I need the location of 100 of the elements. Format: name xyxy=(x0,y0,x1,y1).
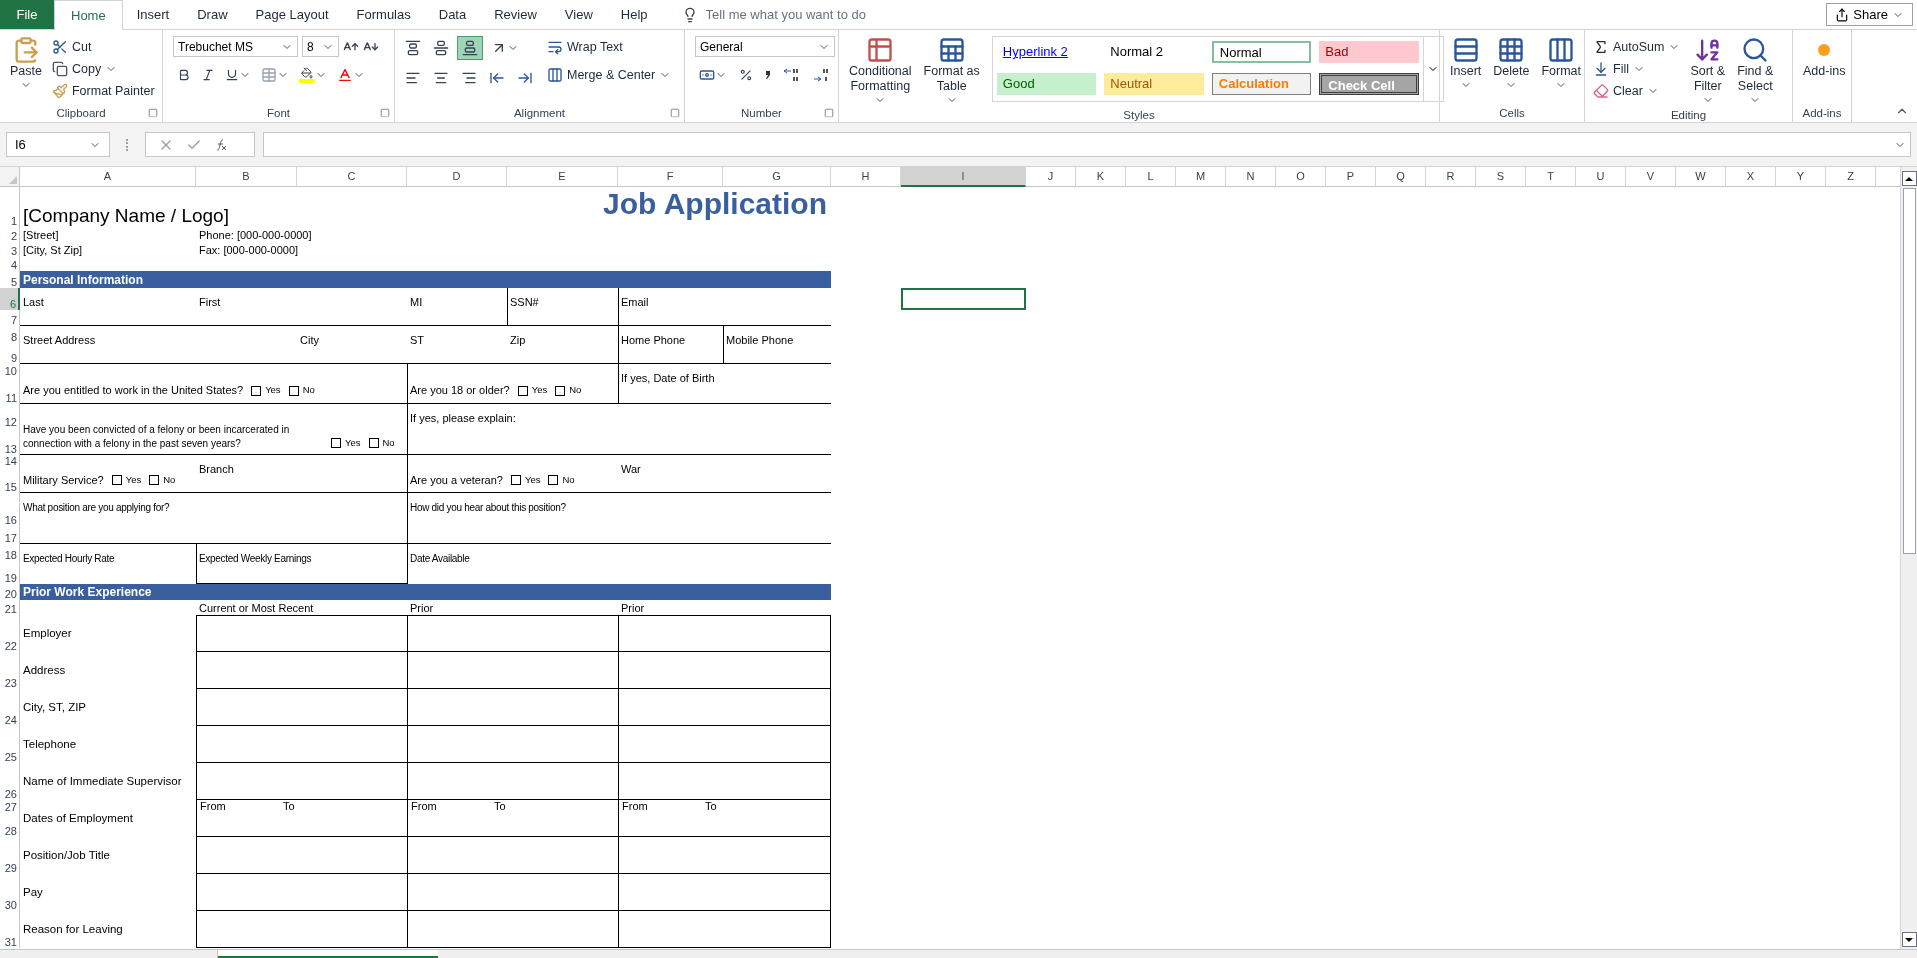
scroll-up-button[interactable] xyxy=(1901,171,1917,186)
table-cell[interactable]: From To xyxy=(407,800,618,837)
table-cell[interactable] xyxy=(618,874,831,911)
cell-style[interactable]: Good xyxy=(996,73,1097,95)
scroll-down-button[interactable] xyxy=(1901,932,1917,947)
column-header[interactable]: N xyxy=(1226,167,1276,187)
checkbox[interactable] xyxy=(288,385,299,396)
column-header[interactable]: X xyxy=(1726,167,1776,187)
column-header[interactable]: A xyxy=(20,167,196,187)
checkbox[interactable] xyxy=(331,437,341,448)
cut-button[interactable]: Cut xyxy=(49,36,157,58)
table-cell[interactable] xyxy=(196,763,407,800)
column-header[interactable]: G xyxy=(723,167,831,187)
bottom-align-button[interactable] xyxy=(457,36,483,60)
font-name-dropdown[interactable]: Trebuchet MS xyxy=(173,36,298,57)
find-select-button[interactable]: Find & Select xyxy=(1733,36,1778,106)
column-header[interactable]: C xyxy=(297,167,407,187)
cell-style[interactable]: Neutral xyxy=(1104,73,1204,95)
column-header[interactable]: B xyxy=(196,167,297,187)
checkbox[interactable] xyxy=(111,475,122,485)
column-header[interactable]: R xyxy=(1426,167,1476,187)
table-cell[interactable] xyxy=(618,911,831,948)
sort-filter-button[interactable]: Sort & Filter xyxy=(1686,36,1730,106)
conditional-formatting-button[interactable]: Conditional Formatting xyxy=(845,36,916,106)
number-format-dropdown[interactable]: General xyxy=(695,36,835,57)
function-icon[interactable] xyxy=(214,137,228,152)
fill-button[interactable]: Fill xyxy=(1591,58,1683,80)
table-cell[interactable] xyxy=(618,615,831,652)
table-cell[interactable] xyxy=(407,763,618,800)
tell-me-search-field[interactable]: Tell me what you want to do xyxy=(705,4,966,25)
paste-button[interactable]: Paste xyxy=(6,36,46,104)
ribbon-tab[interactable]: Home xyxy=(54,0,123,30)
column-header[interactable]: H xyxy=(831,167,901,187)
table-cell[interactable] xyxy=(407,911,618,948)
table-cell[interactable] xyxy=(407,874,618,911)
ribbon-tab[interactable]: Formulas xyxy=(342,0,425,29)
format-as-table-button[interactable]: Format as Table xyxy=(919,36,984,106)
checkbox[interactable] xyxy=(548,475,559,485)
table-cell[interactable] xyxy=(407,615,618,652)
ribbon-tab[interactable]: Help xyxy=(606,0,662,29)
table-cell[interactable] xyxy=(196,874,407,911)
column-header[interactable]: Y xyxy=(1776,167,1826,187)
formula-input[interactable] xyxy=(263,132,1911,157)
checkbox[interactable] xyxy=(555,385,566,396)
column-header[interactable]: U xyxy=(1576,167,1626,187)
checkbox[interactable] xyxy=(251,385,262,396)
cells-button[interactable]: Insert xyxy=(1446,36,1486,104)
table-cell[interactable] xyxy=(618,689,831,726)
cell-style[interactable]: Normal xyxy=(1211,41,1312,63)
ribbon-tab[interactable]: File xyxy=(0,0,54,29)
column-header[interactable]: L xyxy=(1126,167,1176,187)
autosum-button[interactable]: AutoSum xyxy=(1591,36,1683,58)
table-cell[interactable] xyxy=(618,837,831,874)
column-header[interactable]: Z xyxy=(1826,167,1876,187)
column-header[interactable]: F xyxy=(618,167,723,187)
ribbon-tab[interactable]: Page Layout xyxy=(241,0,343,29)
column-header[interactable]: J xyxy=(1026,167,1076,187)
cell-style[interactable]: Bad xyxy=(1319,41,1419,63)
scroll-thumb[interactable] xyxy=(1902,188,1916,554)
table-cell[interactable] xyxy=(618,726,831,763)
font-size-dropdown[interactable]: 8 xyxy=(302,36,339,57)
clear-button[interactable]: Clear xyxy=(1591,80,1683,102)
cells-button[interactable]: Format xyxy=(1537,36,1585,104)
table-cell[interactable] xyxy=(196,726,407,763)
table-cell[interactable]: From To xyxy=(618,800,831,837)
add-ins-button[interactable]: Add-ins xyxy=(1799,36,1850,104)
table-cell[interactable] xyxy=(196,615,407,652)
column-header[interactable]: M xyxy=(1176,167,1226,187)
table-cell[interactable] xyxy=(196,652,407,689)
checkbox[interactable] xyxy=(517,385,528,396)
ribbon-tab[interactable]: Insert xyxy=(122,0,184,29)
checkbox[interactable] xyxy=(368,437,379,448)
wrap-text-button[interactable]: Wrap Text xyxy=(545,36,674,58)
column-header[interactable]: P xyxy=(1326,167,1376,187)
column-header[interactable]: D xyxy=(407,167,507,187)
column-header[interactable]: W xyxy=(1676,167,1726,187)
table-cell[interactable] xyxy=(407,837,618,874)
table-cell[interactable] xyxy=(618,652,831,689)
checkbox[interactable] xyxy=(149,475,160,485)
column-header[interactable]: V xyxy=(1626,167,1676,187)
column-header[interactable]: O xyxy=(1276,167,1326,187)
share-button[interactable]: Share xyxy=(1826,3,1913,26)
table-cell[interactable]: From To xyxy=(196,800,407,837)
column-header[interactable]: T xyxy=(1526,167,1576,187)
ribbon-tab[interactable]: Data xyxy=(424,0,481,29)
sheet-tab[interactable] xyxy=(218,950,438,958)
row-header[interactable]: 6 xyxy=(0,288,20,310)
table-cell[interactable] xyxy=(196,911,407,948)
ribbon-tab[interactable]: Review xyxy=(480,0,551,29)
ribbon-tab[interactable]: View xyxy=(550,0,607,29)
format-painter-button[interactable]: Format Painter xyxy=(49,80,157,102)
column-header[interactable]: S xyxy=(1476,167,1526,187)
merge-center-button[interactable]: Merge & Center xyxy=(545,64,674,86)
table-cell[interactable] xyxy=(618,763,831,800)
cells-button[interactable]: Delete xyxy=(1489,36,1534,104)
column-header[interactable]: I xyxy=(901,167,1026,187)
table-cell[interactable] xyxy=(407,726,618,763)
checkbox[interactable] xyxy=(510,475,521,485)
column-header[interactable]: Q xyxy=(1376,167,1426,187)
table-cell[interactable] xyxy=(196,689,407,726)
